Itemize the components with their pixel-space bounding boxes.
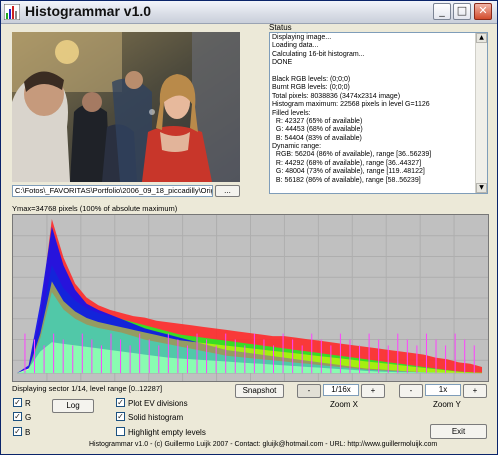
zoom-x-plus-button[interactable]: + (361, 384, 385, 398)
zoom-y-plus-button[interactable]: + (463, 384, 487, 398)
zoom-x-label: Zoom X (330, 400, 359, 409)
zoom-y-label: Zoom Y (433, 400, 461, 409)
histogram-chart (12, 214, 489, 382)
channel-r-label: R (25, 399, 31, 408)
scroll-up-arrow-icon[interactable]: ▲ (476, 33, 487, 43)
app-window: Histogrammar v1.0 _ □ ✕ C:\Fotos\_FAVORI… (0, 0, 498, 455)
channel-r-checkbox[interactable]: ✓ (13, 398, 22, 407)
status-line: Filled levels: (272, 109, 311, 117)
status-lines: Displaying image... Loading data... Calcul… (272, 34, 475, 185)
channel-g-checkbox[interactable]: ✓ (13, 412, 22, 421)
status-line: Displaying image... (272, 34, 332, 41)
status-line: Calculating 16-bit histogram... (272, 50, 365, 58)
status-scrollbar[interactable]: ▲ ▼ (475, 33, 487, 193)
plot-ev-label: Plot EV divisions (128, 399, 188, 408)
status-line: Burnt RGB levels: (0;0;0) (272, 84, 350, 92)
plot-ev-checkbox[interactable]: ✓ (116, 398, 125, 407)
status-line: Black RGB levels: (0;0;0) (272, 75, 351, 83)
solid-histogram-label: Solid histogram (128, 413, 184, 422)
status-line: Dynamic range: (272, 143, 322, 151)
zoom-y-minus-button[interactable]: - (399, 384, 423, 398)
browse-button[interactable]: ... (215, 185, 240, 197)
status-log[interactable]: Displaying image... Loading data... Calcul… (269, 32, 488, 194)
log-button[interactable]: Log (52, 399, 94, 413)
image-preview (12, 32, 240, 182)
channel-b-label: B (25, 428, 31, 437)
close-button[interactable]: ✕ (474, 3, 492, 20)
app-icon (4, 4, 20, 20)
sector-label: Displaying sector 1/14, level range [0..… (12, 384, 163, 393)
ymax-label: Ymax=34768 pixels (100% of absolute maxi… (12, 204, 178, 213)
title-bar[interactable]: Histogrammar v1.0 _ □ ✕ (1, 1, 497, 24)
status-line: B: 56182 (86% of available), range [58..… (272, 176, 421, 184)
highlight-empty-label: Highlight empty levels (128, 428, 206, 437)
maximize-button[interactable]: □ (453, 3, 471, 20)
status-line: R: 42327 (65% of available) (272, 117, 363, 125)
zoom-x-minus-button[interactable]: - (297, 384, 321, 398)
zoom-x-value-field[interactable]: 1/16x (323, 384, 359, 396)
status-line: Total pixels: 8038836 (3474x2314 image) (272, 92, 401, 100)
minimize-button[interactable]: _ (433, 3, 451, 20)
window-title: Histogrammar v1.0 (25, 3, 152, 19)
status-line: R: 44292 (68% of available), range [36..… (272, 159, 422, 167)
channel-b-checkbox[interactable]: ✓ (13, 427, 22, 436)
status-line: G: 48004 (73% of available), range [119.… (272, 168, 425, 176)
file-path-field[interactable]: C:\Fotos\_FAVORITAS\Portfolio\2006_09_18… (12, 185, 213, 197)
highlight-empty-checkbox[interactable] (116, 427, 125, 436)
status-line: G: 44453 (68% of available) (272, 126, 363, 134)
status-line (272, 68, 475, 76)
exit-button[interactable]: Exit (430, 424, 487, 439)
snapshot-button[interactable]: Snapshot (235, 384, 284, 398)
status-line: B: 54404 (83% of available) (272, 134, 362, 142)
status-line: DONE (272, 59, 293, 67)
status-line: RGB: 56204 (86% of available), range [36… (272, 151, 432, 159)
status-label: Status (269, 23, 292, 32)
footer-credits: Histogrammar v1.0 - (c) Guillermo Luijk … (89, 441, 438, 448)
channel-g-label: G (25, 413, 32, 422)
scroll-down-arrow-icon[interactable]: ▼ (476, 183, 487, 193)
status-line: Histogram maximum: 22568 pixels in level… (272, 101, 430, 109)
zoom-y-value-field[interactable]: 1x (425, 384, 461, 396)
solid-histogram-checkbox[interactable]: ✓ (116, 412, 125, 421)
status-line: Loading data... (272, 42, 319, 50)
